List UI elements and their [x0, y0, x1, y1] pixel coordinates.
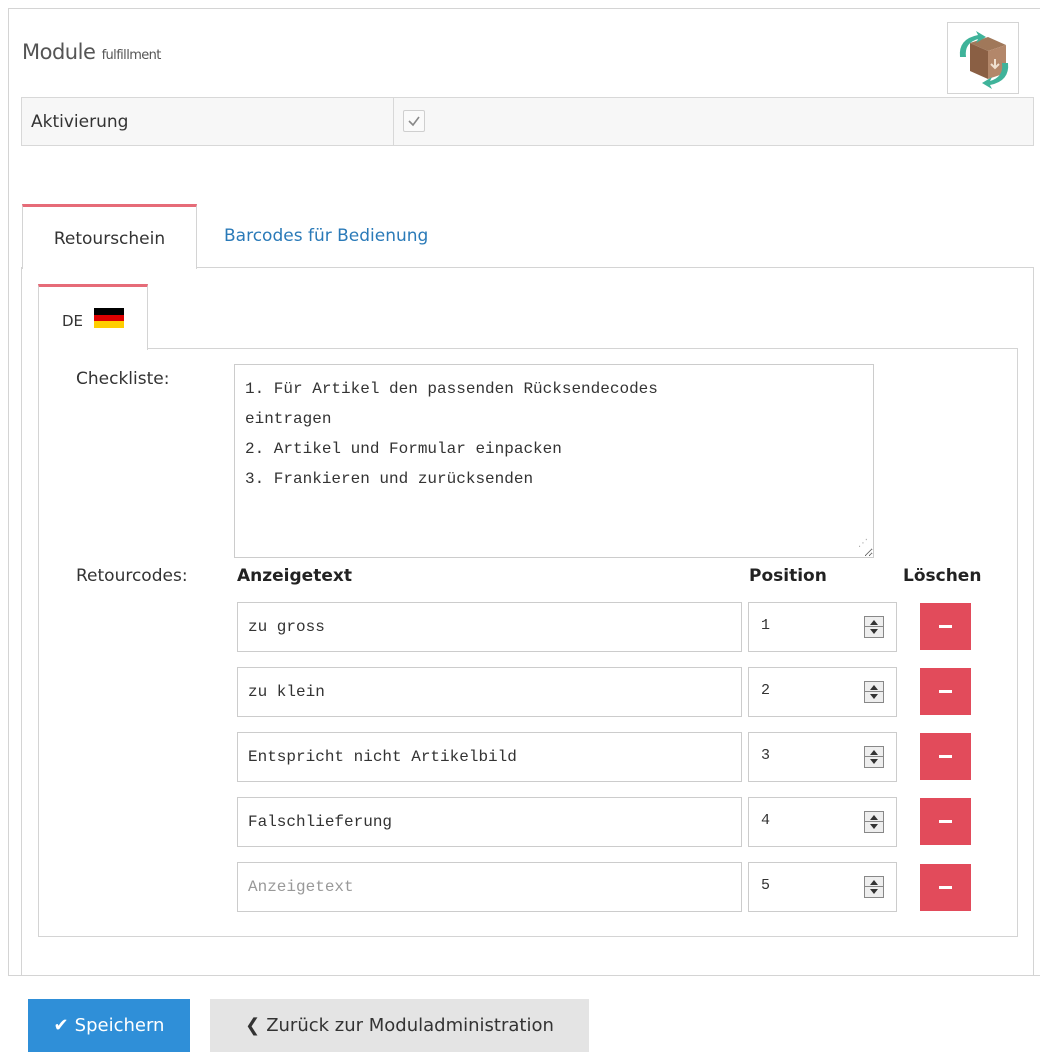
- checklist-label: Checkliste:: [76, 369, 170, 389]
- position-value: 3: [761, 747, 771, 764]
- minus-icon: [939, 886, 952, 889]
- spinner-icon[interactable]: [864, 681, 884, 703]
- checkmark-icon: ✔: [53, 1015, 69, 1036]
- chevron-left-icon: ❮: [245, 1015, 261, 1036]
- minus-icon: [939, 690, 952, 693]
- delete-row-button[interactable]: [920, 668, 971, 715]
- spinner-icon[interactable]: [864, 746, 884, 768]
- save-button[interactable]: ✔ Speichern: [28, 999, 190, 1052]
- activation-row: Aktivierung: [21, 97, 1034, 146]
- retourcode-position-input[interactable]: 5: [748, 862, 897, 912]
- position-value: 2: [761, 682, 771, 699]
- retourcode-text-input[interactable]: [237, 732, 742, 782]
- activation-checkbox[interactable]: [403, 110, 425, 132]
- minus-icon: [939, 820, 952, 823]
- activation-label: Aktivierung: [31, 112, 129, 132]
- column-header-delete: Löschen: [903, 566, 982, 586]
- spinner-icon[interactable]: [864, 811, 884, 833]
- position-value: 5: [761, 877, 771, 894]
- tab-language-de[interactable]: DE: [38, 284, 148, 350]
- page-title: Module fulfillment: [22, 40, 161, 64]
- spinner-icon[interactable]: [864, 616, 884, 638]
- retourcode-position-input[interactable]: 3: [748, 732, 897, 782]
- position-value: 1: [761, 617, 771, 634]
- retourcode-position-input[interactable]: 1: [748, 602, 897, 652]
- retourcode-text-input[interactable]: [237, 667, 742, 717]
- tab-retourschein-label: Retourschein: [53, 229, 166, 249]
- spinner-icon[interactable]: [864, 876, 884, 898]
- resize-grip-icon[interactable]: ⋰: [858, 539, 868, 549]
- retourcodes-label: Retourcodes:: [76, 566, 188, 586]
- back-to-modules-button[interactable]: ❮ Zurück zur Moduladministration: [210, 999, 589, 1052]
- tab-retourschein[interactable]: Retourschein: [22, 204, 197, 269]
- retourcode-text-input[interactable]: [237, 862, 742, 912]
- retourcode-position-input[interactable]: 2: [748, 667, 897, 717]
- delete-row-button[interactable]: [920, 603, 971, 650]
- column-header-position: Position: [749, 566, 827, 586]
- back-label: Zurück zur Moduladministration: [266, 1015, 554, 1036]
- tab-barcodes[interactable]: Barcodes für Bedienung: [224, 226, 428, 246]
- minus-icon: [939, 755, 952, 758]
- delete-row-button[interactable]: [920, 864, 971, 911]
- retourcode-text-input[interactable]: [237, 797, 742, 847]
- retourcode-position-input[interactable]: 4: [748, 797, 897, 847]
- module-title: Module: [22, 40, 96, 64]
- retourcode-text-input[interactable]: [237, 602, 742, 652]
- minus-icon: [939, 625, 952, 628]
- module-subtitle: fulfillment: [101, 48, 162, 63]
- activation-divider: [393, 98, 394, 145]
- german-flag-icon: [94, 308, 124, 328]
- save-label: Speichern: [74, 1015, 165, 1036]
- column-header-text: Anzeigetext: [237, 566, 352, 586]
- delete-row-button[interactable]: [920, 798, 971, 845]
- check-icon: [408, 116, 420, 127]
- checklist-textarea[interactable]: 1. Für Artikel den passenden Rücksendeco…: [234, 364, 874, 558]
- position-value: 4: [761, 812, 771, 829]
- delete-row-button[interactable]: [920, 733, 971, 780]
- package-return-icon: [947, 22, 1019, 94]
- language-label: DE: [62, 312, 84, 330]
